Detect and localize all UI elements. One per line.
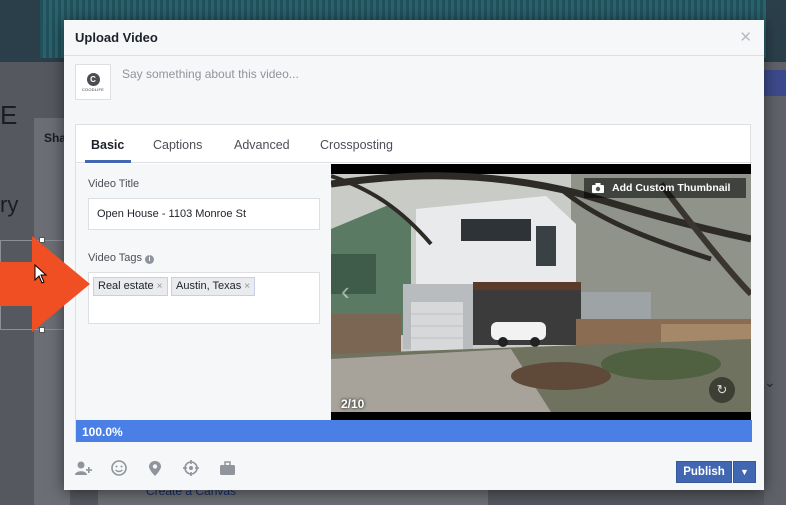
tag-label: Real estate xyxy=(98,280,154,292)
modal-header: Upload Video ✕ xyxy=(64,20,764,56)
avatar: C COODLIFE xyxy=(75,64,111,100)
background-card-label: Sha xyxy=(44,131,67,145)
tab-bar: Basic Captions Advanced Crossposting xyxy=(76,125,752,163)
tag-label: Austin, Texas xyxy=(176,280,242,292)
previous-thumbnail-icon[interactable]: ‹ xyxy=(341,276,350,307)
composer: C COODLIFE Say something about this vide… xyxy=(75,64,751,124)
upload-progress-text: 100.0% xyxy=(82,425,123,439)
location-icon[interactable] xyxy=(145,458,165,478)
thumbnail-counter: 2/10 xyxy=(341,397,365,411)
avatar-logo: C xyxy=(86,72,100,86)
video-title-label: Video Title xyxy=(88,178,140,190)
refresh-icon[interactable]: ↻ xyxy=(709,377,735,403)
background-word: ry xyxy=(0,192,19,217)
camera-icon xyxy=(592,183,604,193)
feeling-icon[interactable] xyxy=(109,458,129,478)
info-icon[interactable]: i xyxy=(145,255,155,264)
avatar-text: COODLIFE xyxy=(81,86,105,92)
video-tags-field[interactable]: Real estate × Austin, Texas × xyxy=(88,272,320,324)
briefcase-icon[interactable] xyxy=(217,458,237,478)
tab-crossposting[interactable]: Crossposting xyxy=(320,138,393,152)
tab-basic[interactable]: Basic xyxy=(91,138,124,152)
remove-tag-icon[interactable]: × xyxy=(157,281,163,292)
tag-chip: Real estate × xyxy=(93,277,168,296)
tag-chip: Austin, Texas × xyxy=(171,277,256,296)
modal-footer: Publish ▼ xyxy=(64,452,764,490)
target-icon[interactable] xyxy=(181,458,201,478)
description-input[interactable]: Say something about this video... xyxy=(122,67,299,81)
video-tags-label: Video Tags xyxy=(88,252,143,264)
close-icon[interactable]: ✕ xyxy=(739,28,752,46)
video-title-field[interactable]: Open House - 1103 Monroe St xyxy=(88,198,320,230)
chevron-down-icon: ⌄ xyxy=(764,374,776,390)
tag-people-icon[interactable] xyxy=(73,458,93,478)
background-right-button xyxy=(764,70,786,96)
thumbnail-preview: ‹ Add Custom Thumbnail ↻ 2/10 xyxy=(331,164,751,420)
red-arrow-icon xyxy=(0,236,90,332)
publish-options-button[interactable]: ▼ xyxy=(733,461,756,483)
add-custom-thumbnail-button[interactable]: Add Custom Thumbnail xyxy=(584,178,746,198)
tab-advanced[interactable]: Advanced xyxy=(234,138,290,152)
tab-captions[interactable]: Captions xyxy=(153,138,202,152)
background-letter: E xyxy=(0,100,18,130)
remove-tag-icon[interactable]: × xyxy=(244,281,250,292)
modal-title: Upload Video xyxy=(75,30,158,45)
active-tab-indicator xyxy=(85,160,131,163)
house-photo xyxy=(331,164,751,420)
video-tags-label-row: Video Tags i xyxy=(88,252,155,264)
upload-video-modal: Upload Video ✕ C COODLIFE Say something … xyxy=(64,20,764,490)
upload-progress-bar: 100.0% xyxy=(76,420,752,442)
background-right-strip xyxy=(764,62,786,505)
add-custom-thumbnail-label: Add Custom Thumbnail xyxy=(612,182,731,194)
publish-button[interactable]: Publish xyxy=(676,461,732,483)
video-title-value: Open House - 1103 Monroe St xyxy=(97,208,246,220)
mouse-cursor-icon xyxy=(34,264,48,284)
basic-form: Video Title Open House - 1103 Monroe St … xyxy=(76,164,331,443)
video-settings-panel: Basic Captions Advanced Crossposting Vid… xyxy=(75,124,752,443)
